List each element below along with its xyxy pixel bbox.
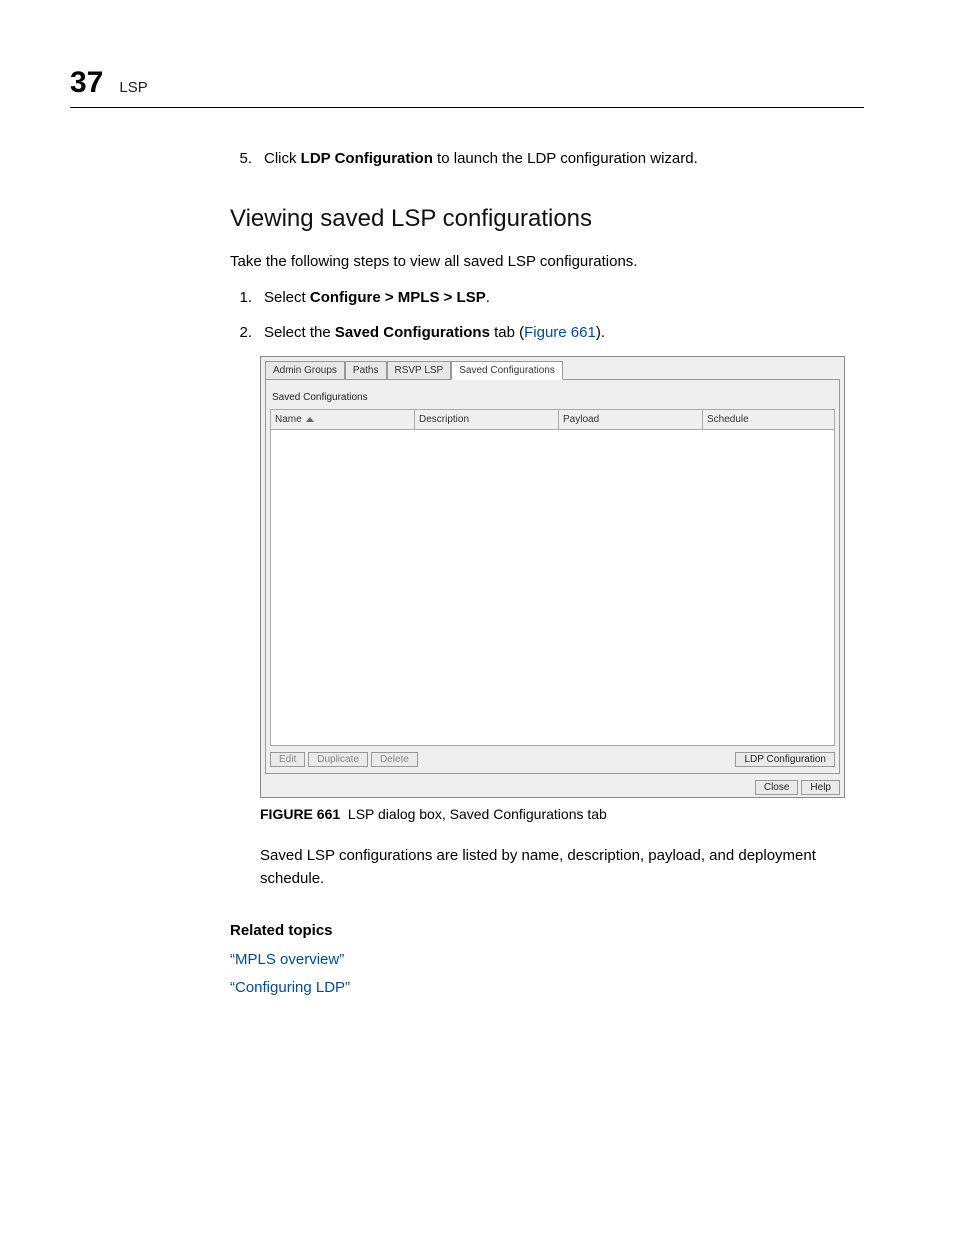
section-heading: Viewing saved LSP configurations [230, 201, 864, 237]
related-topics: Related topics “MPLS overview” “Configur… [230, 920, 864, 1000]
step-text: Click LDP Configuration to launch the LD… [264, 148, 698, 171]
after-figure-text: Saved LSP configurations are listed by n… [260, 845, 864, 890]
step-1: 1. Select Configure > MPLS > LSP. [230, 287, 864, 310]
page-header: 37 LSP [70, 60, 864, 108]
step-text: Select Configure > MPLS > LSP. [264, 287, 490, 310]
close-button[interactable]: Close [755, 780, 799, 795]
delete-button[interactable]: Delete [371, 752, 418, 767]
col-description[interactable]: Description [415, 410, 559, 429]
lsp-dialog: Admin Groups Paths RSVP LSP Saved Config… [260, 356, 845, 798]
step-number: 1. [230, 287, 252, 310]
col-name[interactable]: Name [271, 410, 415, 429]
figure-link[interactable]: Figure 661 [524, 324, 596, 341]
tab-admin-groups[interactable]: Admin Groups [265, 361, 345, 379]
tab-bar: Admin Groups Paths RSVP LSP Saved Config… [265, 361, 840, 379]
link-configuring-ldp[interactable]: “Configuring LDP” [230, 977, 864, 1000]
link-mpls-overview[interactable]: “MPLS overview” [230, 949, 864, 972]
step-number: 5. [230, 148, 252, 171]
step-2: 2. Select the Saved Configurations tab (… [230, 322, 864, 345]
config-table: Name Description Payload Schedule [270, 409, 835, 746]
tab-rsvp-lsp[interactable]: RSVP LSP [387, 361, 452, 379]
col-payload[interactable]: Payload [559, 410, 703, 429]
step-text: Select the Saved Configurations tab (Fig… [264, 322, 605, 345]
table-header: Name Description Payload Schedule [271, 410, 834, 430]
related-heading: Related topics [230, 920, 864, 943]
panel-title: Saved Configurations [272, 390, 835, 405]
duplicate-button[interactable]: Duplicate [308, 752, 368, 767]
step-number: 2. [230, 322, 252, 345]
ldp-configuration-button[interactable]: LDP Configuration [735, 752, 835, 767]
edit-button[interactable]: Edit [270, 752, 305, 767]
tab-saved-configurations[interactable]: Saved Configurations [451, 361, 563, 380]
tab-paths[interactable]: Paths [345, 361, 387, 379]
chapter-number: 37 [70, 60, 103, 105]
dialog-panel: Saved Configurations Name Description Pa… [265, 379, 840, 774]
sort-asc-icon [306, 417, 314, 422]
col-schedule[interactable]: Schedule [703, 410, 834, 429]
help-button[interactable]: Help [801, 780, 840, 795]
step-5: 5. Click LDP Configuration to launch the… [230, 148, 864, 171]
dialog-footer: Close Help [265, 780, 840, 795]
dialog-button-row: Edit Duplicate Delete LDP Configuration [270, 752, 835, 767]
figure-caption: FIGURE 661 LSP dialog box, Saved Configu… [260, 804, 864, 825]
section-intro: Take the following steps to view all sav… [230, 251, 864, 274]
chapter-title: LSP [119, 77, 147, 100]
figure-661: Admin Groups Paths RSVP LSP Saved Config… [260, 356, 864, 825]
